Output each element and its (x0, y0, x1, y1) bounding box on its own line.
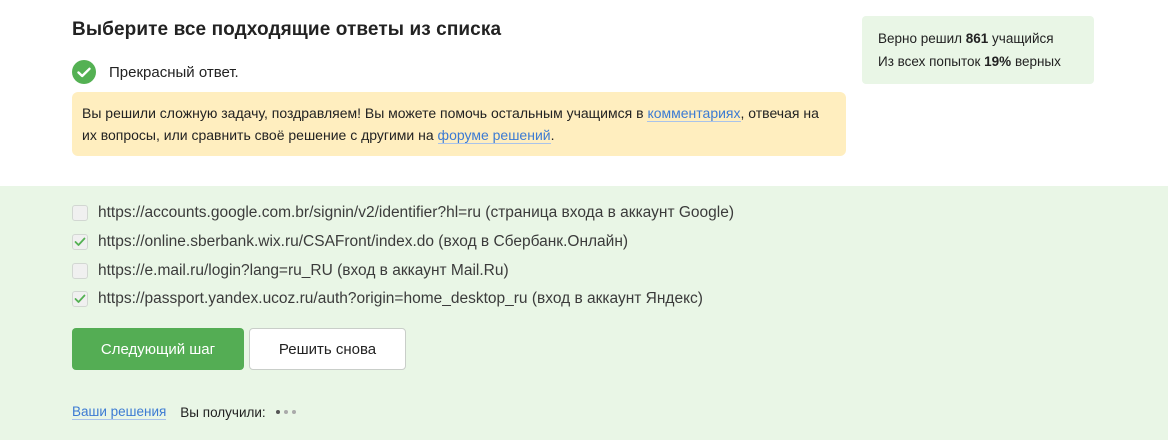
answer-area: https://accounts.google.com.br/signin/v2… (0, 186, 1168, 440)
step-header: Выберите все подходящие ответы из списка… (0, 0, 1168, 186)
checkbox-3[interactable] (72, 263, 88, 279)
option-4[interactable]: https://passport.yandex.ucoz.ru/auth?ori… (72, 288, 703, 310)
score-label: Вы получили: (180, 404, 266, 420)
option-2[interactable]: https://online.sberbank.wix.ru/CSAFront/… (72, 231, 628, 253)
option-3-text: https://e.mail.ru/login?lang=ru_RU (вход… (98, 262, 509, 279)
option-2-text: https://online.sberbank.wix.ru/CSAFront/… (98, 233, 629, 250)
solved-count: 861 (965, 31, 989, 46)
attempts-percent: 19% (984, 54, 1012, 69)
forum-link[interactable]: форуме решений (437, 127, 551, 144)
dot (275, 410, 280, 414)
attempts-stat: Из всех попыток 19% верных (878, 50, 1094, 73)
retry-button[interactable]: Решить снова (249, 328, 406, 370)
congrats-notice: Вы решили сложную задачу, поздравляем! В… (72, 92, 846, 156)
solved-prefix: Верно решил (878, 31, 966, 46)
attempts-prefix: Из всех попыток (878, 54, 985, 69)
your-solutions-link[interactable]: Ваши решения (72, 404, 167, 420)
solved-suffix: учащийся (988, 31, 1054, 46)
stats-panel: Верно решил 861 учащийся Из всех попыток… (862, 16, 1094, 84)
option-1[interactable]: https://accounts.google.com.br/signin/v2… (72, 202, 734, 224)
attempts-suffix: верных (1011, 54, 1061, 69)
checkbox-1[interactable] (72, 205, 88, 221)
dot (283, 410, 288, 414)
dot (291, 410, 296, 414)
checkbox-2[interactable] (72, 234, 88, 250)
submission-footer: Ваши решения Вы получили: (72, 403, 296, 421)
result-text: Прекрасный ответ. (109, 63, 239, 81)
checkmark-icon (74, 237, 86, 246)
option-4-text: https://passport.yandex.ucoz.ru/auth?ori… (98, 290, 703, 307)
option-3[interactable]: https://e.mail.ru/login?lang=ru_RU (вход… (72, 260, 509, 282)
solved-stat: Верно решил 861 учащийся (878, 27, 1094, 50)
checkbox-4[interactable] (72, 291, 88, 307)
comments-link[interactable]: комментариях (647, 105, 741, 122)
loading-dots-icon (275, 410, 296, 414)
notice-text-before: Вы решили сложную задачу, поздравляем! В… (82, 105, 648, 121)
checkmark-icon (74, 294, 86, 303)
result-status: Прекрасный ответ. (72, 59, 239, 85)
notice-text-after: . (550, 127, 555, 143)
option-1-text: https://accounts.google.com.br/signin/v2… (98, 204, 734, 221)
next-step-button[interactable]: Следующий шаг (72, 328, 244, 370)
step-title: Выберите все подходящие ответы из списка (72, 19, 502, 40)
check-circle-icon (72, 60, 96, 84)
